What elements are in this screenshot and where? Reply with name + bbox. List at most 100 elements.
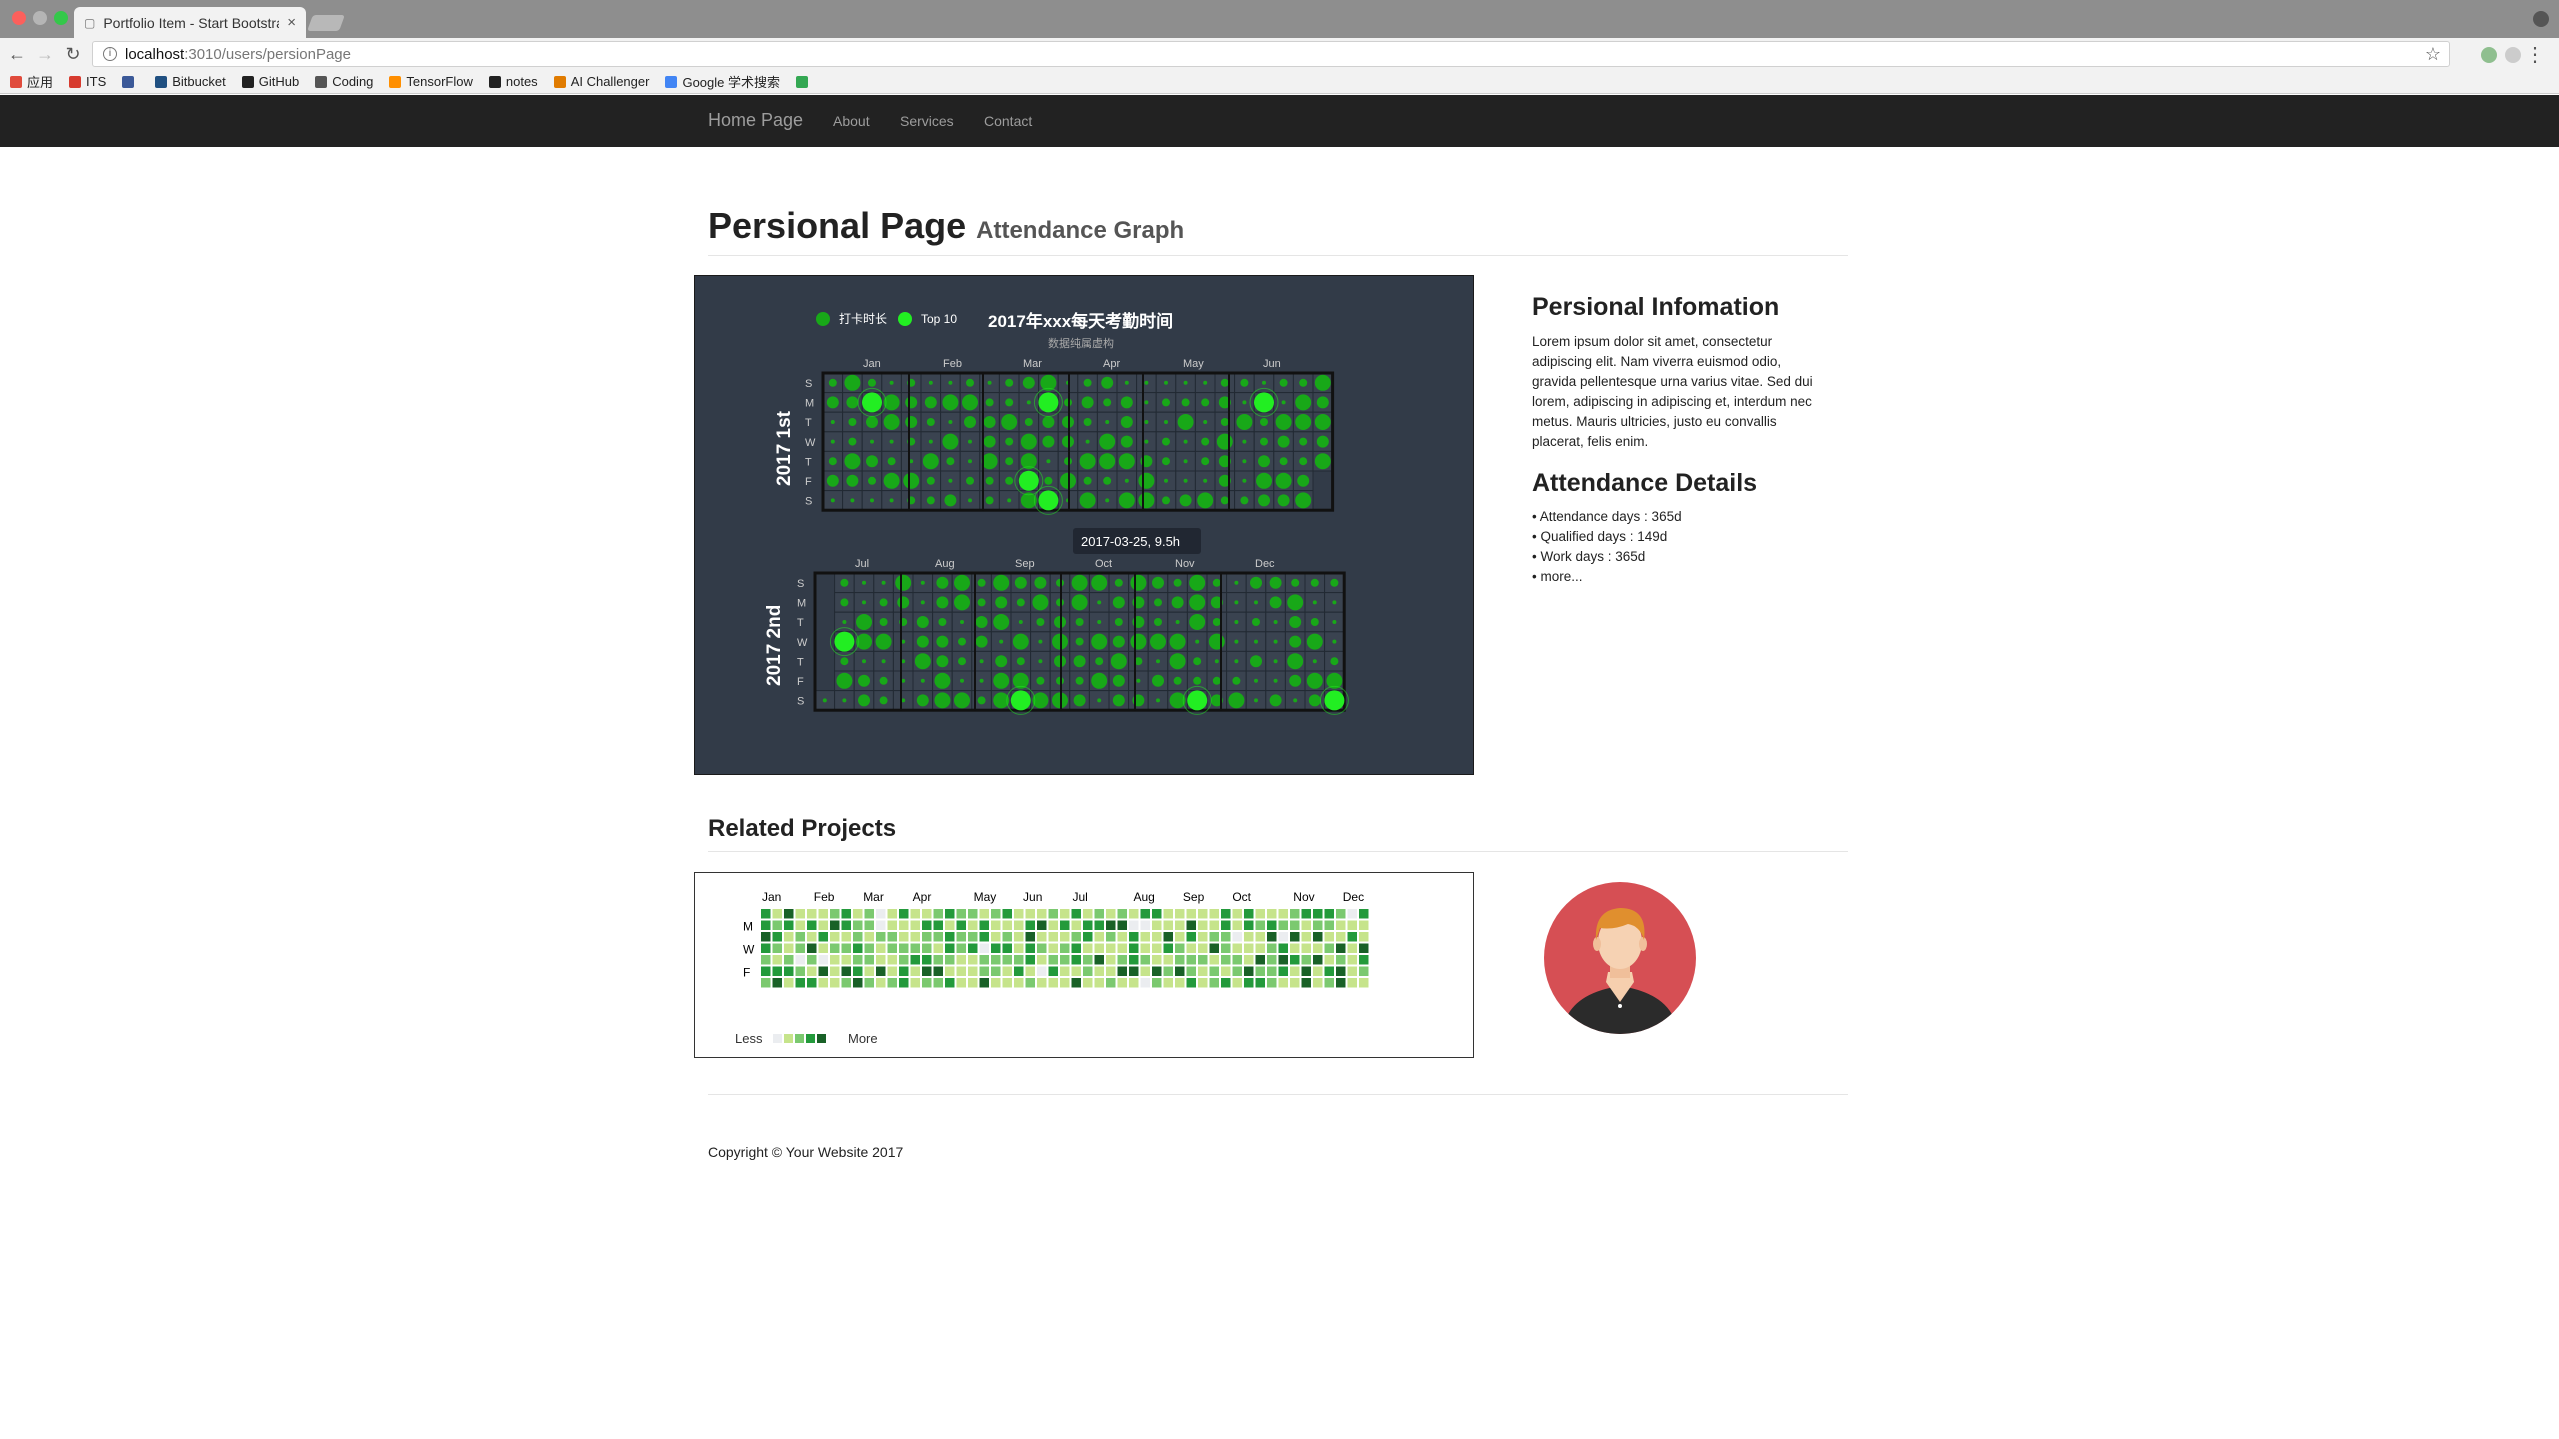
contribution-day[interactable] [899, 955, 909, 965]
nav-brand-home[interactable]: Home Page [708, 110, 803, 131]
contribution-day[interactable] [1186, 932, 1197, 942]
attendance-dot[interactable] [1310, 578, 1319, 587]
contribution-day[interactable] [1140, 955, 1151, 965]
attendance-dot[interactable] [999, 639, 1004, 644]
attendance-dot[interactable] [1081, 396, 1094, 409]
contribution-day[interactable] [979, 978, 990, 988]
contribution-day[interactable] [956, 909, 967, 919]
attendance-dot[interactable] [1144, 380, 1149, 385]
contribution-day[interactable] [956, 966, 967, 977]
top10-dot[interactable] [1018, 470, 1039, 491]
attendance-dot[interactable] [1273, 659, 1278, 664]
attendance-dot[interactable] [858, 674, 870, 687]
contribution-day[interactable] [830, 955, 840, 965]
attendance-dot[interactable] [1236, 414, 1253, 430]
top10-dot[interactable] [1038, 392, 1059, 413]
contribution-day[interactable] [1278, 932, 1289, 942]
attendance-dot[interactable] [920, 580, 925, 585]
attendance-dot[interactable] [1130, 633, 1147, 650]
contribution-day[interactable] [1313, 966, 1323, 977]
contribution-day[interactable] [1209, 978, 1220, 988]
contribution-day[interactable] [1060, 943, 1070, 954]
contribution-day[interactable] [1232, 966, 1243, 977]
contribution-day[interactable] [1232, 932, 1243, 942]
contribution-day[interactable] [1117, 932, 1128, 942]
contribution-day[interactable] [899, 943, 909, 954]
contribution-day[interactable] [1048, 943, 1059, 954]
contribution-day[interactable] [1071, 978, 1082, 988]
attendance-dot[interactable] [1220, 496, 1229, 505]
contribution-day[interactable] [1175, 978, 1185, 988]
attendance-dot[interactable] [1330, 657, 1339, 666]
attendance-dot[interactable] [1181, 398, 1190, 407]
attendance-dot[interactable] [995, 596, 1008, 609]
contribution-day[interactable] [761, 909, 771, 919]
attendance-dot[interactable] [1175, 620, 1180, 624]
contribution-day[interactable] [956, 955, 967, 965]
attendance-dot[interactable] [844, 453, 861, 470]
attendance-dot[interactable] [1277, 435, 1290, 448]
contribution-day[interactable] [876, 966, 886, 977]
contribution-day[interactable] [1324, 943, 1335, 954]
attendance-dot[interactable] [916, 694, 929, 707]
contribution-day[interactable] [956, 978, 967, 988]
bookmark-item[interactable]: Google 学术搜索 [665, 72, 780, 91]
attendance-dot[interactable] [1124, 380, 1129, 385]
contribution-day[interactable] [841, 932, 852, 942]
attendance-dot[interactable] [914, 653, 931, 670]
contribution-day[interactable] [1290, 978, 1300, 988]
contribution-day[interactable] [1025, 909, 1036, 919]
contribution-day[interactable] [1106, 920, 1116, 931]
contribution-day[interactable] [1083, 909, 1093, 919]
attendance-dot[interactable] [1083, 418, 1092, 426]
attendance-dot[interactable] [1144, 400, 1149, 405]
attendance-dot[interactable] [1018, 620, 1023, 624]
attendance-dot[interactable] [1273, 620, 1278, 624]
attendance-dot[interactable] [948, 380, 953, 385]
contribution-day[interactable] [1278, 978, 1289, 988]
contribution-day[interactable] [1037, 978, 1047, 988]
browser-menu-icon[interactable]: ⋮ [2525, 42, 2545, 67]
top10-dot[interactable] [1187, 690, 1208, 711]
attendance-dot[interactable] [968, 459, 972, 464]
contribution-day[interactable] [1267, 909, 1277, 919]
contribution-day[interactable] [1140, 978, 1151, 988]
attendance-dot[interactable] [1260, 418, 1268, 426]
attendance-dot[interactable] [979, 659, 984, 664]
attendance-dot[interactable] [920, 600, 925, 605]
contribution-day[interactable] [1117, 955, 1128, 965]
contribution-day[interactable] [945, 943, 955, 954]
attendance-dot[interactable] [983, 416, 996, 428]
attendance-dot[interactable] [1007, 498, 1012, 503]
contribution-day[interactable] [1255, 920, 1266, 931]
attendance-dot[interactable] [1171, 596, 1184, 609]
contribution-day[interactable] [1129, 978, 1139, 988]
contribution-day[interactable] [1094, 978, 1105, 988]
attendance-dot[interactable] [1005, 476, 1014, 485]
attendance-dot[interactable] [1097, 698, 1102, 703]
contribution-day[interactable] [1140, 909, 1151, 919]
attendance-dot[interactable] [1314, 453, 1331, 470]
attendance-dot[interactable] [1162, 496, 1170, 505]
contribution-day[interactable] [1209, 943, 1220, 954]
attendance-dot[interactable] [1156, 698, 1160, 703]
contribution-day[interactable] [887, 955, 898, 965]
contribution-day[interactable] [1002, 909, 1013, 919]
attendance-dot[interactable] [966, 378, 974, 387]
contribution-day[interactable] [945, 955, 955, 965]
contribution-day[interactable] [1048, 909, 1059, 919]
attendance-dot[interactable] [866, 455, 878, 468]
attendance-dot[interactable] [936, 635, 949, 648]
contribution-day[interactable] [1129, 932, 1139, 942]
attendance-dot[interactable] [1312, 659, 1317, 664]
contribution-day[interactable] [1244, 966, 1254, 977]
attendance-dot[interactable] [1212, 578, 1221, 587]
profile-icon[interactable] [2533, 11, 2549, 27]
top10-dot[interactable] [1038, 490, 1059, 511]
contribution-day[interactable] [1313, 978, 1323, 988]
contribution-day[interactable] [1347, 966, 1358, 977]
contribution-day[interactable] [979, 955, 990, 965]
contribution-day[interactable] [1117, 978, 1128, 988]
contribution-day[interactable] [1071, 955, 1082, 965]
contribution-day[interactable] [1267, 920, 1277, 931]
